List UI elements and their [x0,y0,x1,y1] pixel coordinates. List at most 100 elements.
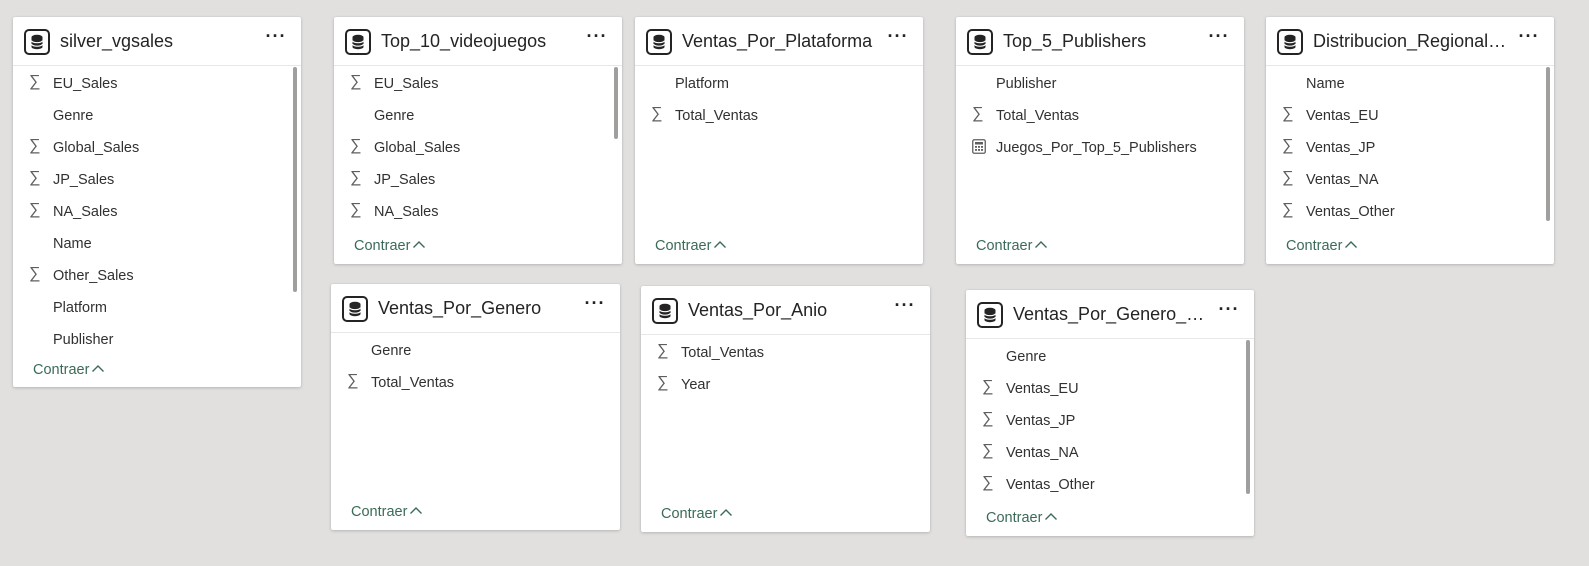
sigma-icon: ∑ [347,372,359,389]
table-card-header[interactable]: Distribucion_Regional_V... ··· [1266,17,1554,66]
sigma-icon: ∑ [29,201,41,218]
sigma-icon: ∑ [29,137,41,154]
scrollbar-thumb[interactable] [614,67,618,139]
collapse-link[interactable]: Contraer [655,236,727,255]
field-row-eu-sales[interactable]: ∑ EU_Sales [13,66,301,98]
table-title: silver_vgsales [60,31,174,51]
database-table-icon [345,29,371,55]
field-row-ventas-eu[interactable]: ∑ Ventas_EU [966,371,1254,403]
database-table-icon [652,298,678,324]
field-row-total-ventas[interactable]: ∑ Total_Ventas [956,98,1244,130]
field-name: Global_Sales [374,140,461,156]
field-name: Platform [53,300,107,316]
field-row-ventas-other[interactable]: ∑ Ventas_Other [966,467,1254,499]
sigma-icon: ∑ [1282,137,1294,154]
field-row-genre[interactable]: Genre [334,98,622,130]
table-title: Top_5_Publishers [1003,31,1147,51]
table-card-header[interactable]: Top_5_Publishers ··· [956,17,1244,66]
scrollbar-thumb[interactable] [293,67,297,292]
table-card-ventas-por-anio[interactable]: Ventas_Por_Anio ··· ∑ Total_Ventas ∑ Year Cont… [641,286,930,532]
field-row-na-sales[interactable]: ∑ NA_Sales [13,194,301,226]
field-row-publisher[interactable]: Publisher [956,66,1244,98]
field-name: Ventas_NA [1306,172,1379,188]
scrollbar-thumb[interactable] [1546,67,1550,221]
field-row-total-ventas[interactable]: ∑ Total_Ventas [331,365,620,397]
field-row-ventas-jp[interactable]: ∑ Ventas_JP [1266,130,1554,162]
table-card-header[interactable]: silver_vgsales ··· [13,17,301,66]
field-row-other-sales[interactable]: ∑ Other_Sales [13,258,301,290]
table-card-header[interactable]: Top_10_videojuegos ··· [334,17,622,66]
table-title: Ventas_Por_Genero_Reg... [1013,304,1208,324]
field-row-global-sales[interactable]: ∑ Global_Sales [334,130,622,162]
field-row-eu-sales[interactable]: ∑ EU_Sales [334,66,622,98]
more-options-icon[interactable]: ··· [265,27,287,49]
collapse-link[interactable]: Contraer [976,236,1048,255]
table-card-ventas-por-genero-reg[interactable]: Ventas_Por_Genero_Reg... ··· Genre ∑ Ventas_… [966,290,1254,536]
collapse-link[interactable]: Contraer [661,504,733,523]
chevron-up-icon [719,504,733,516]
table-card-header[interactable]: Ventas_Por_Genero_Reg... ··· [966,290,1254,339]
table-card-distribucion-regional-v[interactable]: Distribucion_Regional_V... ··· Name ∑ Ventas… [1266,17,1554,264]
table-card-silver-vgsales[interactable]: silver_vgsales ··· ∑ EU_Sales Genre ∑ Global_S… [13,17,301,387]
sigma-icon: ∑ [972,105,984,122]
sigma-icon: ∑ [651,105,663,122]
field-row-name[interactable]: Name [13,226,301,258]
field-row-platform[interactable]: Platform [13,290,301,322]
field-row-genre[interactable]: Genre [966,339,1254,371]
more-options-icon[interactable]: ··· [894,296,916,318]
field-row-ventas-eu[interactable]: ∑ Ventas_EU [1266,98,1554,130]
more-options-icon[interactable]: ··· [1208,27,1230,49]
more-options-icon[interactable]: ··· [887,27,909,49]
field-row-genre[interactable]: Genre [13,98,301,130]
field-row-ventas-other[interactable]: ∑ Ventas_Other [1266,194,1554,226]
field-name: Name [53,236,92,252]
collapse-link[interactable]: Contraer [33,360,105,379]
collapse-label: Contraer [986,510,1043,526]
collapse-link[interactable]: Contraer [986,508,1058,527]
field-name: Genre [371,343,412,359]
collapse-link[interactable]: Contraer [354,236,426,255]
sigma-icon: ∑ [350,73,362,90]
field-row-juegos-por-top-5-publishers[interactable]: Juegos_Por_Top_5_Publishers [956,130,1244,162]
collapse-label: Contraer [33,362,90,378]
field-name: NA_Sales [53,204,118,220]
more-options-icon[interactable]: ··· [584,294,606,316]
field-name: Juegos_Por_Top_5_Publishers [996,140,1197,156]
field-row-jp-sales[interactable]: ∑ JP_Sales [334,162,622,194]
more-options-icon[interactable]: ··· [1518,27,1540,49]
field-row-total-ventas[interactable]: ∑ Total_Ventas [635,98,923,130]
chevron-up-icon [713,236,727,248]
more-options-icon[interactable]: ··· [586,27,608,49]
table-card-ventas-por-genero[interactable]: Ventas_Por_Genero ··· Genre ∑ Total_Ventas Co… [331,284,620,530]
collapse-link[interactable]: Contraer [1286,236,1358,255]
field-row-total-ventas[interactable]: ∑ Total_Ventas [641,335,930,367]
table-card-ventas-por-plataforma[interactable]: Ventas_Por_Plataforma ··· Platform ∑ Total_V… [635,17,923,264]
field-row-name[interactable]: Name [1266,66,1554,98]
table-card-header[interactable]: Ventas_Por_Anio ··· [641,286,930,335]
collapse-label: Contraer [655,238,712,254]
field-row-jp-sales[interactable]: ∑ JP_Sales [13,162,301,194]
field-row-global-sales[interactable]: ∑ Global_Sales [13,130,301,162]
field-name: Platform [675,76,729,92]
scrollbar-thumb[interactable] [1246,340,1250,494]
field-row-platform[interactable]: Platform [635,66,923,98]
field-row-genre[interactable]: Genre [331,333,620,365]
field-row-ventas-na[interactable]: ∑ Ventas_NA [966,435,1254,467]
field-row-year[interactable]: ∑ Year [641,367,930,399]
table-card-top-10-videojuegos[interactable]: Top_10_videojuegos ··· ∑ EU_Sales Genre ∑ Glob… [334,17,622,264]
collapse-link[interactable]: Contraer [351,502,423,521]
field-row-ventas-jp[interactable]: ∑ Ventas_JP [966,403,1254,435]
field-row-ventas-na[interactable]: ∑ Ventas_NA [1266,162,1554,194]
sigma-icon: ∑ [982,442,994,459]
field-row-publisher[interactable]: Publisher [13,322,301,354]
more-options-icon[interactable]: ··· [1218,300,1240,322]
table-card-header[interactable]: Ventas_Por_Plataforma ··· [635,17,923,66]
field-row-na-sales[interactable]: ∑ NA_Sales [334,194,622,226]
chevron-up-icon [1044,508,1058,520]
table-card-top-5-publishers[interactable]: Top_5_Publishers ··· Publisher ∑ Total_Venta… [956,17,1244,264]
table-card-header[interactable]: Ventas_Por_Genero ··· [331,284,620,333]
table-title: Top_10_videojuegos [381,31,547,51]
field-name: Total_Ventas [681,345,765,361]
sigma-icon: ∑ [350,137,362,154]
field-name: JP_Sales [53,172,115,188]
